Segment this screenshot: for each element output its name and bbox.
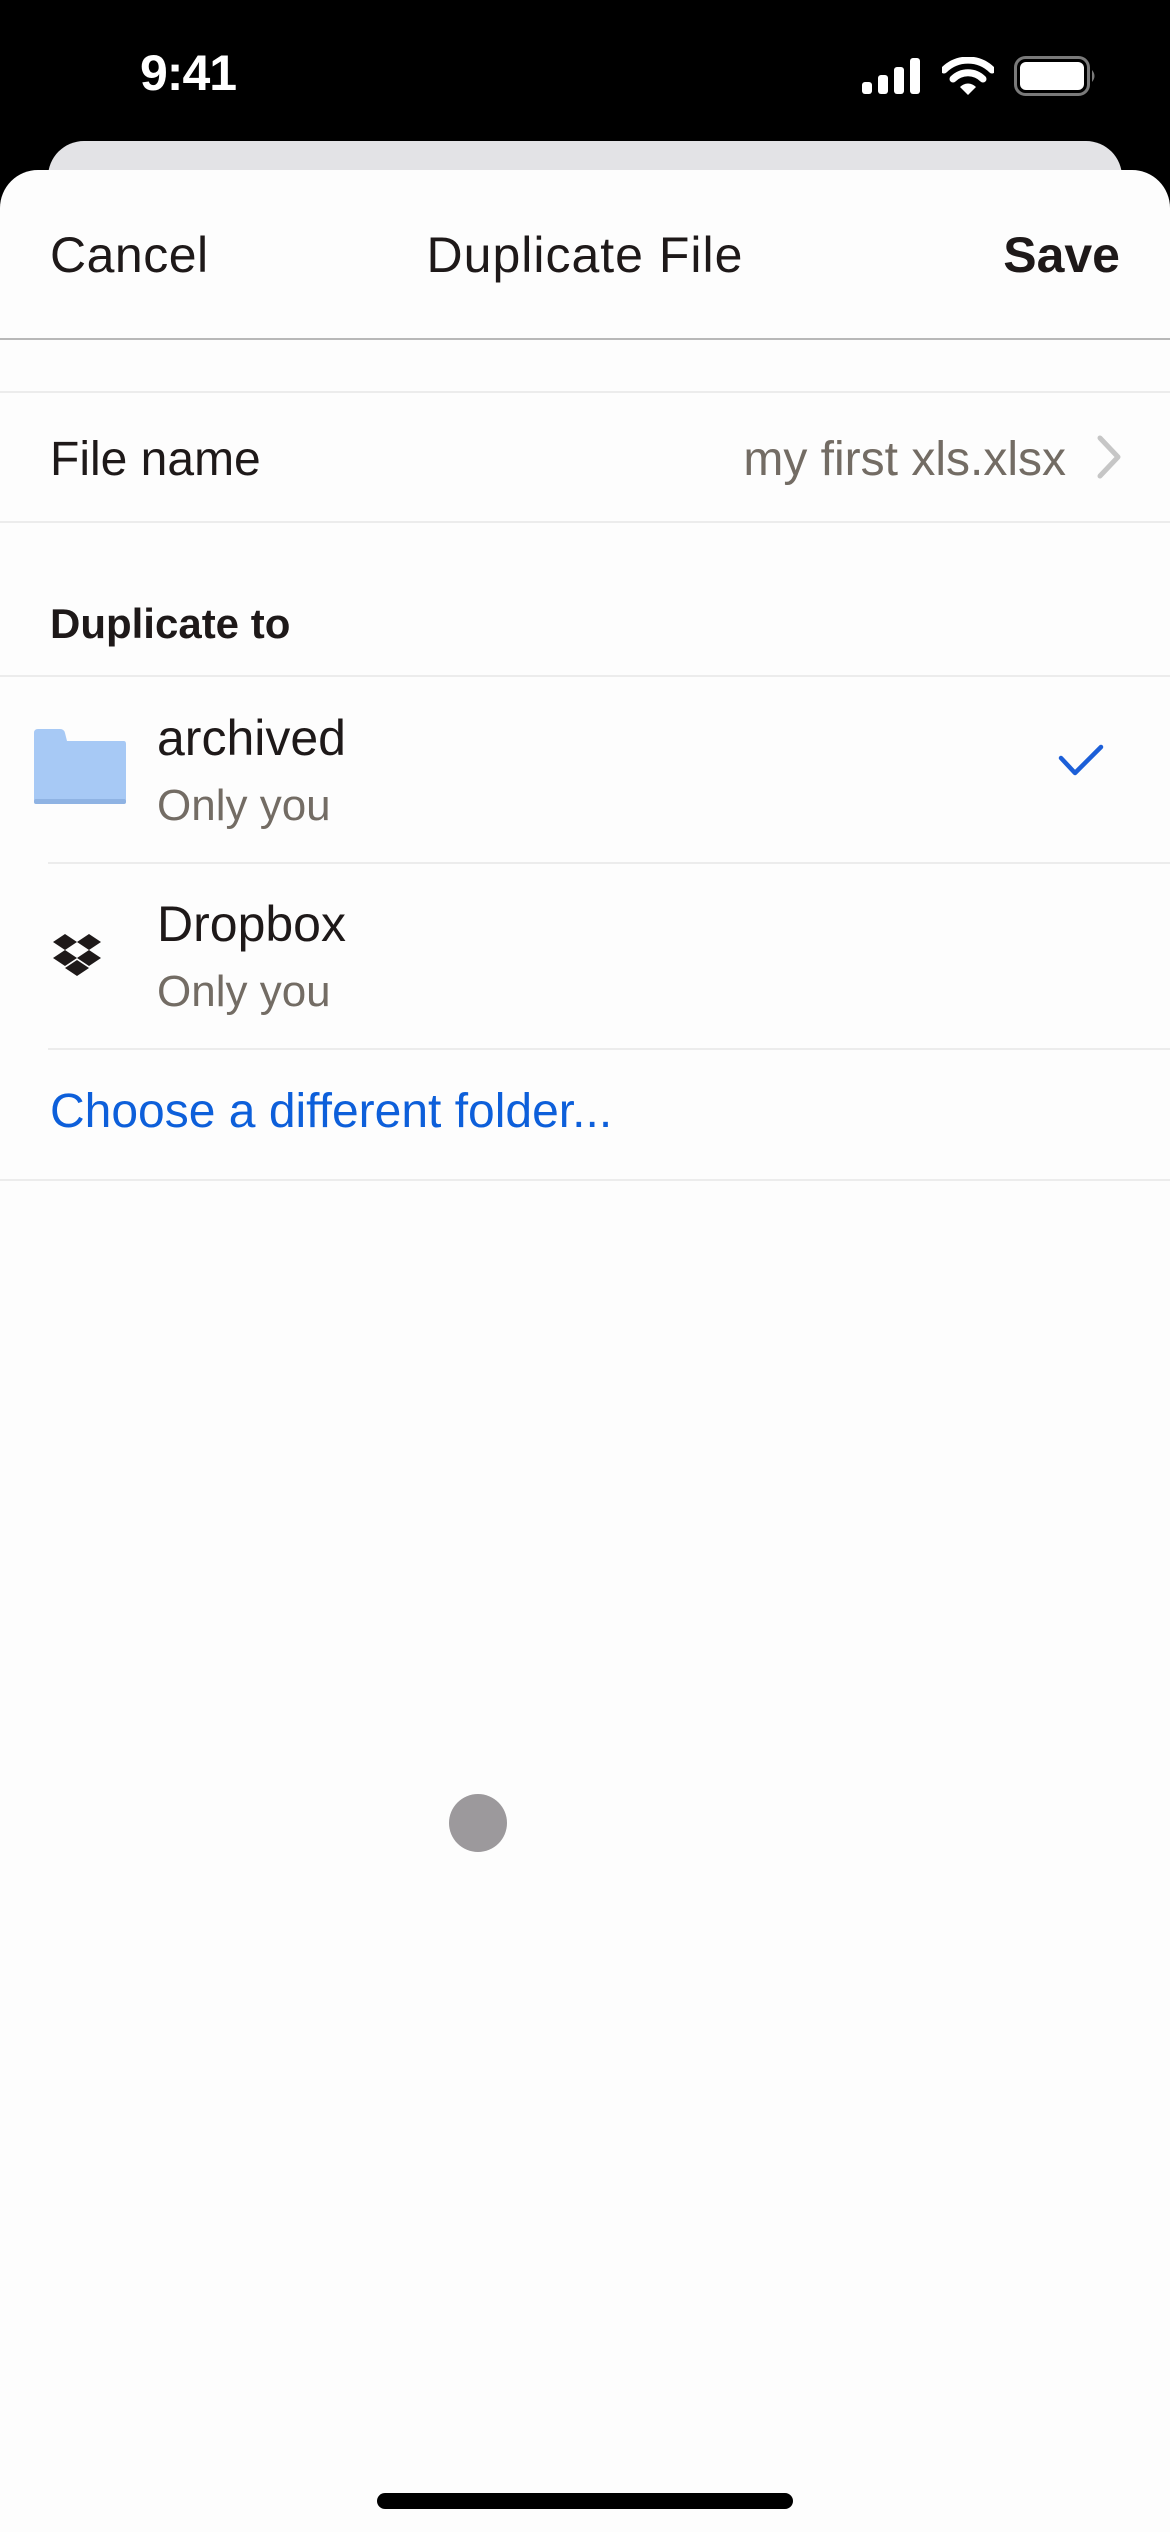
file-name-value: my first xls.xlsx	[743, 433, 1066, 486]
file-name-label: File name	[50, 433, 261, 486]
file-name-row[interactable]: File name my first xls.xlsx	[0, 392, 1170, 522]
page-title: Duplicate File	[426, 227, 744, 283]
nav-divider	[0, 338, 1170, 340]
status-bar: 9:41	[0, 0, 1170, 140]
checkmark-icon	[1058, 744, 1104, 776]
dropbox-logo-icon	[53, 934, 101, 976]
destination-subtitle: Only you	[157, 781, 331, 830]
cellular-signal-icon	[862, 58, 920, 94]
duplicate-file-sheet: Cancel Duplicate File Save File name my …	[0, 170, 1170, 2532]
divider	[48, 1048, 1170, 1050]
choose-different-folder-link[interactable]: Choose a different folder...	[50, 1084, 612, 1139]
destination-item-dropbox[interactable]: Dropbox Only you	[0, 863, 1170, 1049]
status-time: 9:41	[140, 45, 237, 101]
battery-icon	[1014, 56, 1095, 96]
home-indicator[interactable]	[377, 2493, 793, 2509]
destination-item-archived[interactable]: archived Only you	[0, 677, 1170, 863]
divider	[0, 1179, 1170, 1181]
destination-name: archived	[157, 710, 346, 766]
status-icons	[862, 56, 1098, 96]
nav-bar: Cancel Duplicate File Save	[0, 170, 1170, 340]
chevron-right-icon	[1097, 435, 1121, 479]
destination-name: Dropbox	[157, 896, 346, 952]
wifi-icon	[942, 57, 994, 95]
folder-icon	[34, 729, 126, 804]
save-button[interactable]: Save	[1003, 226, 1120, 284]
touch-indicator	[449, 1794, 507, 1852]
divider	[0, 521, 1170, 523]
section-header-duplicate-to: Duplicate to	[50, 600, 291, 647]
destination-subtitle: Only you	[157, 967, 331, 1016]
